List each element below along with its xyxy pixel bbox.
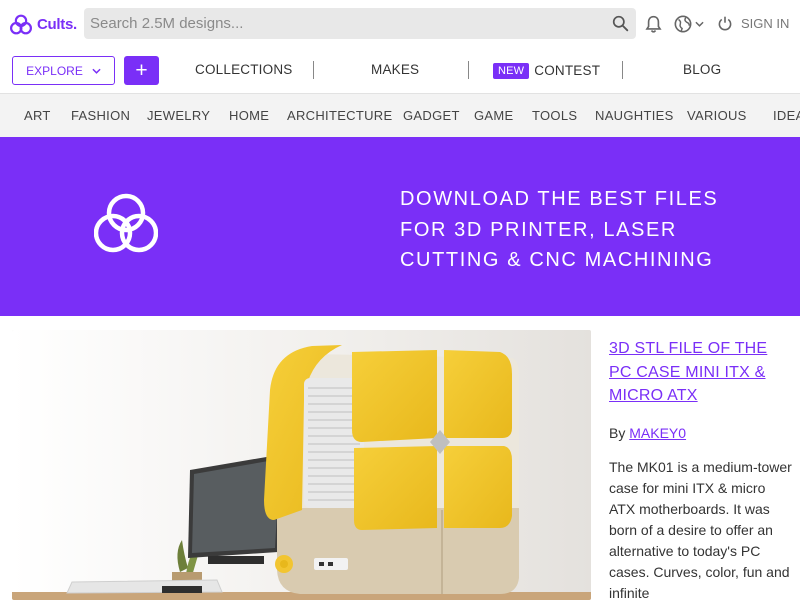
nav-link-collections[interactable]: COLLECTIONS xyxy=(195,62,292,77)
banner-line: FOR 3D PRINTER, LASER xyxy=(400,218,677,241)
category-fashion[interactable]: FASHION xyxy=(71,108,130,123)
nav-link-blog[interactable]: BLOG xyxy=(683,62,721,77)
search-input[interactable] xyxy=(84,15,594,32)
category-bar: ART FASHION JEWELRY HOME ARCHITECTURE GA… xyxy=(0,94,800,137)
featured-design-info: 3D STL FILE OF THE PC CASE MINI ITX & MI… xyxy=(609,337,794,600)
banner-line: DOWNLOAD THE BEST FILES xyxy=(400,188,719,210)
author-line: By MAKEY0 xyxy=(609,425,794,441)
power-icon xyxy=(718,16,732,31)
explore-label: EXPLORE xyxy=(26,63,83,78)
category-various[interactable]: VARIOUS xyxy=(687,108,747,123)
logo-text: Cults. xyxy=(37,16,77,33)
sign-in-label: SIGN IN xyxy=(741,16,790,31)
language-selector[interactable] xyxy=(674,15,704,33)
search-bar[interactable] xyxy=(84,8,636,39)
top-bar: Cults. SIGN IN xyxy=(0,0,800,48)
category-game[interactable]: GAME xyxy=(474,108,513,123)
bell-icon[interactable] xyxy=(645,15,662,33)
category-architecture[interactable]: ARCHITECTURE xyxy=(287,108,392,123)
featured-design-image[interactable] xyxy=(12,330,591,600)
banner-line: CUTTING & CNC MACHINING xyxy=(400,249,714,271)
nav-divider xyxy=(622,61,623,79)
sign-in-button[interactable]: SIGN IN xyxy=(717,15,789,32)
category-naughties[interactable]: NAUGHTIES xyxy=(595,108,674,123)
category-home[interactable]: HOME xyxy=(229,108,269,123)
category-jewelry[interactable]: JEWELRY xyxy=(147,108,210,123)
add-design-button[interactable]: + xyxy=(124,56,159,85)
chevron-down-icon xyxy=(695,21,704,27)
nav-link-makes[interactable]: MAKES xyxy=(371,62,419,77)
hero-banner: DOWNLOAD THE BEST FILES FOR 3D PRINTER, … xyxy=(0,137,800,316)
author-link[interactable]: MAKEY0 xyxy=(629,425,686,441)
contest-label: CONTEST xyxy=(534,63,601,78)
main-nav: EXPLORE + COLLECTIONS MAKES NEW CONTEST B… xyxy=(0,48,800,94)
category-art[interactable]: ART xyxy=(24,108,51,123)
by-label: By xyxy=(609,424,626,441)
globe-icon xyxy=(674,15,692,33)
nav-divider xyxy=(313,61,314,79)
new-badge: NEW xyxy=(493,63,530,79)
pc-case-illustration xyxy=(12,330,591,600)
category-tools[interactable]: TOOLS xyxy=(532,108,577,123)
nav-link-contest[interactable]: NEW CONTEST xyxy=(493,63,600,79)
search-icon[interactable] xyxy=(612,15,629,32)
banner-headline: DOWNLOAD THE BEST FILES FOR 3D PRINTER, … xyxy=(400,184,780,276)
chevron-down-icon xyxy=(92,68,101,74)
cults-logo-icon xyxy=(94,193,158,253)
explore-button[interactable]: EXPLORE xyxy=(12,56,115,85)
design-description: The MK01 is a medium-tower case for mini… xyxy=(609,458,792,600)
category-ideas[interactable]: IDEAS xyxy=(773,108,800,123)
design-title-link[interactable]: 3D STL FILE OF THE PC CASE MINI ITX & MI… xyxy=(609,337,794,408)
site-logo[interactable]: Cults. xyxy=(10,14,77,35)
category-gadget[interactable]: GADGET xyxy=(403,108,460,123)
nav-divider xyxy=(468,61,469,79)
cults-logo-icon xyxy=(10,14,32,35)
